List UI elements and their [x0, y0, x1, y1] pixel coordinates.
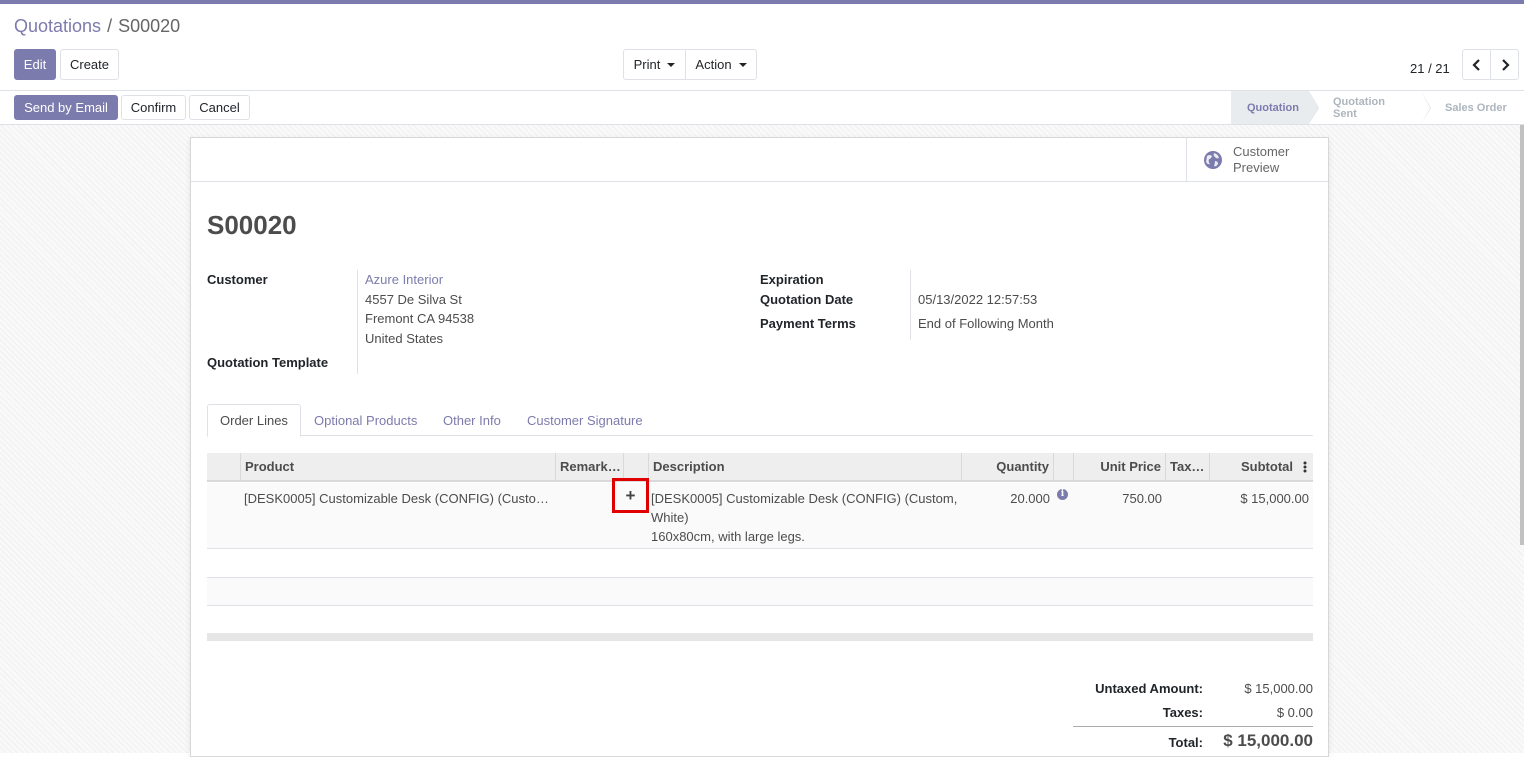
action-dropdown[interactable]: Action [685, 49, 757, 80]
field-divider [357, 270, 358, 374]
status-step-quotation-sent[interactable]: Quotation Sent [1309, 91, 1431, 124]
print-label: Print [633, 57, 661, 72]
column-header-quantity[interactable]: Quantity [961, 453, 1053, 480]
column-header-info [1053, 453, 1073, 480]
control-panel: Quotations / S00020 Edit Create Print Acti… [0, 4, 1524, 90]
breadcrumb-separator: / [107, 16, 113, 36]
chevron-left-icon [1471, 58, 1480, 71]
field-divider [910, 270, 911, 340]
column-header-subtotal[interactable]: Subtotal [1209, 453, 1297, 480]
status-step-label: Quotation Sent [1333, 95, 1385, 120]
payment-terms-label: Payment Terms [760, 316, 856, 331]
table-header: Product Remark… Description Quantity Uni… [207, 453, 1313, 482]
breadcrumb-current: S00020 [118, 16, 181, 36]
breadcrumb: Quotations / S00020 [14, 16, 180, 37]
status-steps: Quotation Quotation Sent Sales Order [1231, 91, 1524, 124]
print-dropdown[interactable]: Print [623, 49, 686, 80]
quotation-date-label: Quotation Date [760, 292, 854, 307]
status-step-quotation[interactable]: Quotation [1231, 91, 1319, 124]
row-unit-price[interactable]: 750.00 [1073, 489, 1162, 508]
edit-button[interactable]: Edit [14, 49, 56, 80]
document-title: S00020 [207, 210, 297, 240]
scrollbar[interactable] [1520, 125, 1524, 545]
confirm-button[interactable]: Confirm [121, 95, 186, 120]
chevron-right-icon [1501, 58, 1510, 71]
breadcrumb-quotations-link[interactable]: Quotations [14, 16, 101, 36]
taxes-value: $ 0.00 [1276, 705, 1313, 720]
payment-terms-value: End of Following Month [918, 316, 1054, 331]
total-value: $ 15,000.00 [1223, 731, 1313, 750]
customer-preview-label: Customer Preview [1233, 144, 1303, 176]
customer-address-street: 4557 De Silva St [365, 292, 462, 307]
caret-down-icon [667, 62, 676, 67]
action-label: Action [695, 57, 732, 72]
create-button[interactable]: Create [60, 49, 119, 80]
column-header-taxes[interactable]: Tax… [1165, 453, 1209, 480]
pager-previous-button[interactable] [1462, 49, 1491, 80]
send-by-email-button[interactable]: Send by Email [14, 95, 118, 120]
notebook-tabs: Order Lines Optional Products Other Info… [207, 404, 1313, 437]
column-header-empty [623, 453, 648, 480]
tab-customer-signature[interactable]: Customer Signature [515, 404, 655, 437]
tab-optional-products[interactable]: Optional Products [302, 404, 429, 437]
row-description-line: [DESK0005] Customizable Desk (CONFIG) (C… [651, 491, 958, 506]
expiration-label: Expiration [760, 272, 824, 287]
quotation-date-value: 05/13/2022 12:57:53 [918, 292, 1038, 307]
taxes-label: Taxes: [1162, 705, 1203, 720]
customer-preview-button[interactable]: Customer Preview [1186, 138, 1328, 182]
row-description[interactable]: [DESK0005] Customizable Desk (CONFIG) (C… [651, 489, 961, 546]
empty-row [207, 578, 1313, 606]
empty-row [207, 606, 1313, 634]
handle-column-header [207, 453, 240, 480]
info-icon[interactable]: i [1057, 489, 1068, 500]
empty-row [207, 550, 1313, 578]
totals-divider [1073, 726, 1313, 727]
status-step-sales-order[interactable]: Sales Order [1421, 91, 1524, 124]
caret-down-icon [738, 62, 747, 67]
globe-icon [1204, 151, 1222, 169]
untaxed-amount-label: Untaxed Amount: [1095, 681, 1203, 696]
smart-button-box: Customer Preview [191, 138, 1328, 182]
pager-value[interactable]: 21 / 21 [1410, 61, 1450, 76]
customer-preview-label-line2: Preview [1233, 160, 1280, 175]
tab-order-lines[interactable]: Order Lines [207, 404, 301, 437]
row-quantity[interactable]: 20.000 [961, 489, 1050, 508]
column-header-remark[interactable]: Remark… [555, 453, 623, 480]
add-configuration-button[interactable]: + [612, 478, 649, 513]
customer-address-city: Fremont CA 94538 [365, 311, 475, 326]
column-header-description[interactable]: Description [648, 453, 961, 480]
column-header-unit-price[interactable]: Unit Price [1073, 453, 1165, 480]
row-product[interactable]: [DESK0005] Customizable Desk (CONFIG) (C… [244, 489, 552, 508]
table-row[interactable]: [DESK0005] Customizable Desk (CONFIG) (C… [207, 483, 1313, 549]
customer-label: Customer [207, 272, 268, 287]
table-footer [207, 633, 1313, 641]
untaxed-amount-value: $ 15,000.00 [1244, 681, 1313, 696]
customer-name-link[interactable]: Azure Interior [365, 272, 443, 287]
row-description-line: White) [651, 510, 689, 525]
pager-next-button[interactable] [1490, 49, 1519, 80]
form-statusbar: Send by Email Confirm Cancel Quotation Q… [0, 90, 1524, 125]
status-step-label: Sales Order [1445, 101, 1507, 114]
row-description-line: 160x80cm, with large legs. [651, 529, 805, 544]
cancel-button[interactable]: Cancel [189, 95, 250, 120]
customer-preview-label-line1: Customer [1233, 144, 1290, 159]
plus-icon: + [625, 486, 636, 505]
row-subtotal: $ 15,000.00 [1240, 491, 1309, 506]
optional-columns-toggle[interactable] [1297, 453, 1313, 480]
form-sheet: Customer Preview S00020 Customer Azure I… [190, 137, 1329, 757]
status-step-label: Quotation [1247, 101, 1299, 114]
column-header-product[interactable]: Product [240, 453, 555, 480]
kebab-menu-icon [1303, 461, 1307, 472]
tab-other-info[interactable]: Other Info [431, 404, 513, 437]
quotation-template-label: Quotation Template [207, 355, 329, 370]
customer-address-country: United States [365, 331, 444, 346]
